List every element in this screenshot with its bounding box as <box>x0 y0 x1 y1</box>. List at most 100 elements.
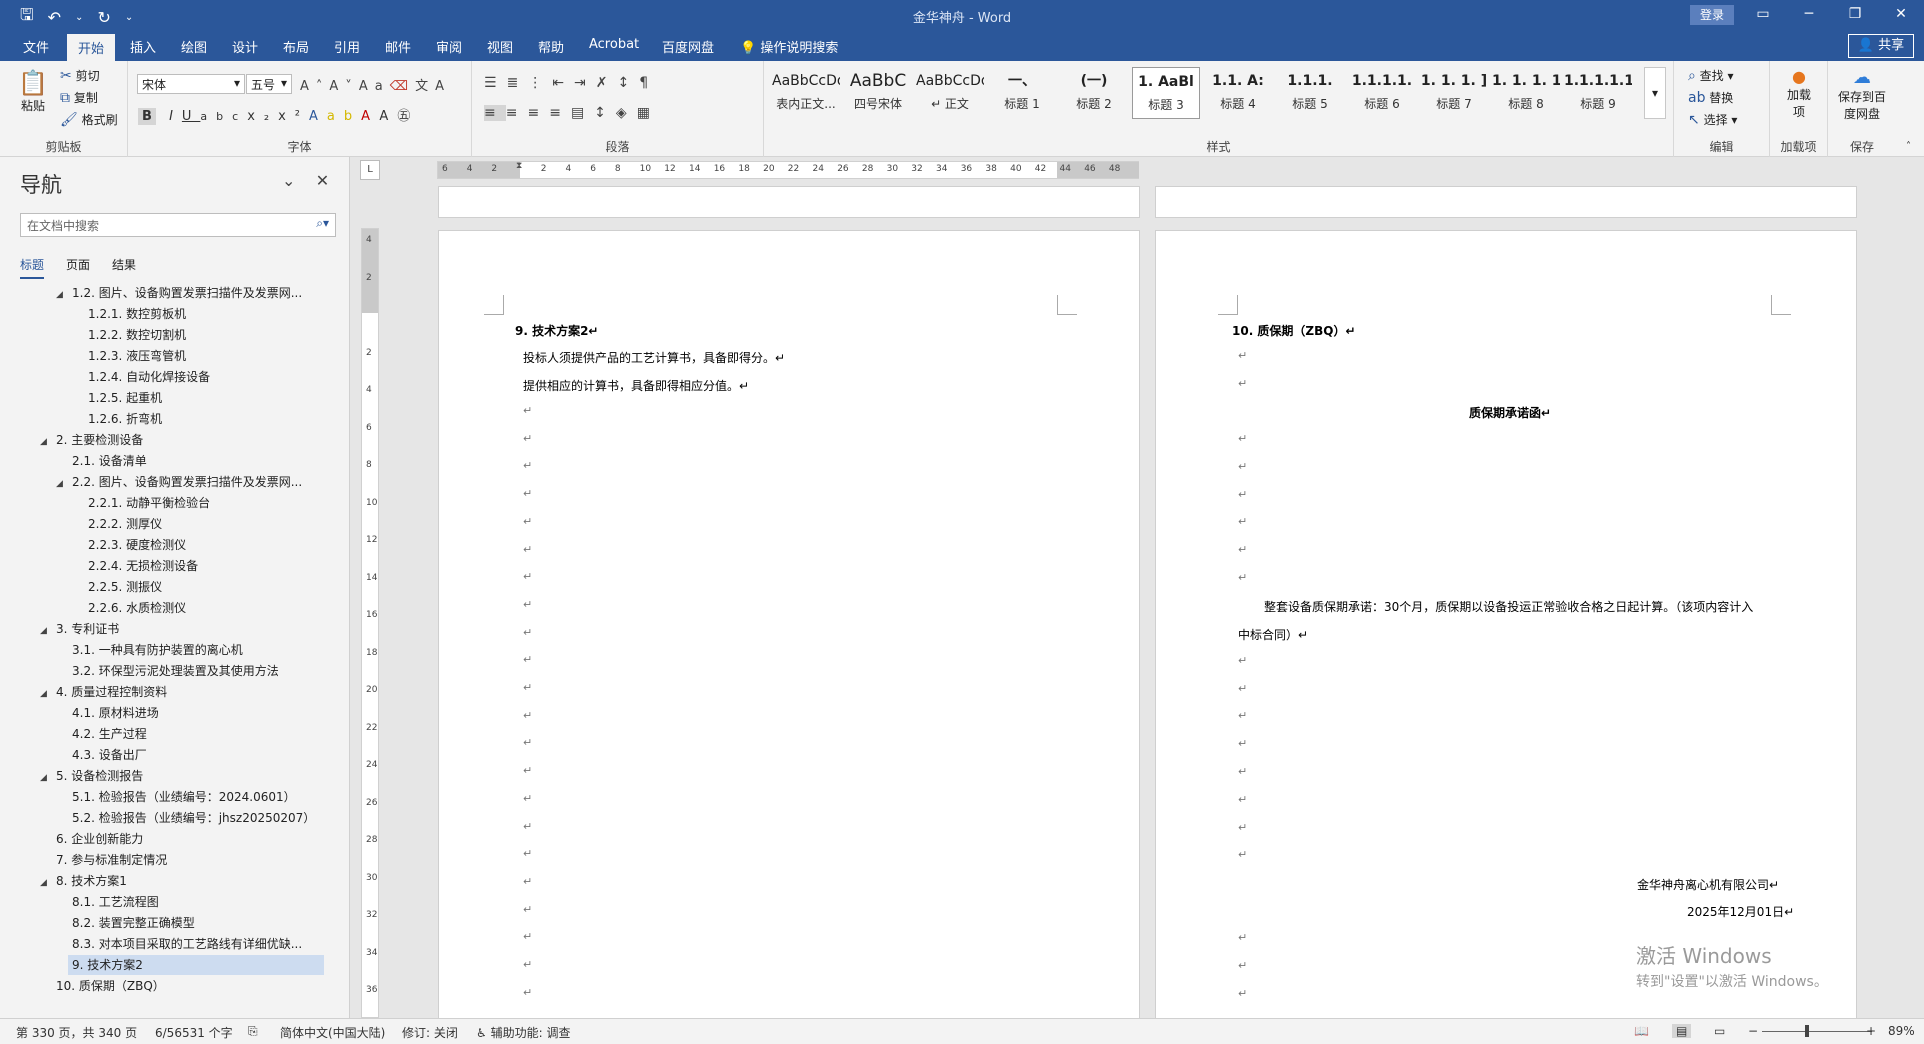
tab-design[interactable]: 设计 <box>232 37 258 56</box>
nav-item[interactable]: 8.3. 对本项目采取的工艺路线有详细优缺... <box>72 934 330 954</box>
expand-triangle-icon[interactable]: ◢ <box>40 768 52 786</box>
show-marks-icon[interactable]: ¶ <box>639 75 658 91</box>
border-char-icon[interactable]: A <box>435 79 451 94</box>
style-item[interactable]: 1.1.1.1.1 标题 9 <box>1564 67 1632 119</box>
expand-triangle-icon[interactable]: ◢ <box>40 684 52 702</box>
tab-selector[interactable]: L <box>360 160 380 180</box>
zoom-slider-handle[interactable] <box>1805 1025 1809 1037</box>
superscript-icon[interactable]: x² <box>278 109 309 124</box>
heading-warranty[interactable]: 10. 质保期（ZBQ）↵ <box>1232 322 1356 339</box>
shading-icon[interactable]: ◈ <box>616 105 637 121</box>
font-color-icon[interactable]: A <box>361 109 379 124</box>
zoom-out-icon[interactable]: − <box>1748 1024 1758 1038</box>
style-item[interactable]: 1.1.1.1. 标题 6 <box>1348 67 1416 119</box>
replace-button[interactable]: ab 替换 <box>1688 89 1733 106</box>
paste-button[interactable]: 📋 粘贴 <box>18 69 48 114</box>
bullets-icon[interactable]: ☰ <box>484 75 507 91</box>
nav-item[interactable]: 3.2. 环保型污泥处理装置及其使用方法 <box>72 661 330 681</box>
nav-item[interactable]: 1.2.4. 自动化焊接设备 <box>88 367 330 387</box>
tab-view[interactable]: 视图 <box>487 37 513 56</box>
style-item[interactable]: AaBbCcDdI ↵ 正文 <box>916 67 984 119</box>
phonetic-icon[interactable]: 文 <box>415 79 435 94</box>
nav-item[interactable]: 4.2. 生产过程 <box>72 724 330 744</box>
zoom-level[interactable]: 89% <box>1888 1024 1915 1038</box>
company-name[interactable]: 金华神舟离心机有限公司↵ <box>1637 876 1779 893</box>
char-shading-icon[interactable]: A <box>379 109 397 124</box>
tab-insert[interactable]: 插入 <box>130 37 156 56</box>
nav-item[interactable]: 1.2.1. 数控剪板机 <box>88 304 330 324</box>
nav-item[interactable]: 7. 参与标准制定情况 <box>56 850 330 870</box>
paragraph-1[interactable]: 投标人须提供产品的工艺计算书，具备即得分。↵ <box>523 349 785 366</box>
style-item[interactable]: 1. 1. 1. ] 标题 7 <box>1420 67 1488 119</box>
letter-date[interactable]: 2025年12月01日↵ <box>1687 903 1794 920</box>
italic-icon[interactable]: I <box>169 109 182 124</box>
chinese-layout-icon[interactable]: ✗ <box>596 75 618 91</box>
nav-item[interactable]: 2.2.5. 测振仪 <box>88 577 330 597</box>
tab-references[interactable]: 引用 <box>334 37 360 56</box>
style-item[interactable]: AaBbC 四号宋体 <box>844 67 912 119</box>
nav-item[interactable]: 10. 质保期（ZBQ） <box>56 976 330 996</box>
style-item[interactable]: AaBbCcDd 表内正文... <box>772 67 840 119</box>
tab-acrobat[interactable]: Acrobat <box>589 37 639 52</box>
strikethrough-icon[interactable]: abc <box>200 110 247 123</box>
font-size-select[interactable]: 五号 ▾ <box>246 74 292 94</box>
enclose-char-icon[interactable]: ㊄ <box>397 109 419 124</box>
tab-home[interactable]: 开始 <box>67 34 116 64</box>
page-count[interactable]: 第 330 页，共 340 页 <box>16 1024 137 1041</box>
nav-item[interactable]: 8.2. 装置完整正确模型 <box>72 913 330 933</box>
subscript-icon[interactable]: x₂ <box>247 109 278 124</box>
nav-item[interactable]: 3.1. 一种具有防护装置的离心机 <box>72 640 330 660</box>
nav-item[interactable]: 2.2.2. 测厚仪 <box>88 514 330 534</box>
zoom-slider[interactable] <box>1762 1031 1872 1032</box>
borders-icon[interactable]: ▦ <box>637 105 660 121</box>
bold-icon[interactable]: B <box>138 108 156 125</box>
select-button[interactable]: ↖ 选择 ▾ <box>1688 111 1737 128</box>
multilevel-list-icon[interactable]: ⋮ <box>528 75 552 91</box>
warranty-body-line2[interactable]: 中标合同）↵ <box>1238 626 1308 643</box>
zoom-in-icon[interactable]: + <box>1866 1024 1876 1038</box>
nav-item[interactable]: ◢ 2. 主要检测设备 <box>40 430 314 450</box>
ribbon-display-icon[interactable]: ▭ <box>1740 0 1786 31</box>
copy-button[interactable]: ⧉ 复制 <box>60 89 98 106</box>
nav-item[interactable]: 8.1. 工艺流程图 <box>72 892 330 912</box>
nav-item[interactable]: 5.2. 检验报告（业绩编号：jhsz20250207） <box>72 808 330 828</box>
nav-item[interactable]: 1.2.6. 折弯机 <box>88 409 330 429</box>
nav-search-input[interactable]: 在文档中搜索 ⌕▾ <box>20 213 336 237</box>
nav-item[interactable]: 2.1. 设备清单 <box>72 451 330 471</box>
change-case-icon[interactable]: Aa <box>359 79 390 94</box>
tab-draw[interactable]: 绘图 <box>181 37 207 56</box>
warranty-body-line1[interactable]: 整套设备质保期承诺：30个月，质保期以设备投运正常验收合格之日起计算。（该项内容… <box>1264 598 1753 615</box>
nav-tab-results[interactable]: 结果 <box>112 256 136 279</box>
clear-format-icon[interactable]: ⌫ <box>390 79 415 94</box>
chevron-down-icon[interactable]: ⌄ <box>282 171 295 190</box>
minimize-icon[interactable]: ─ <box>1786 0 1832 31</box>
search-icon[interactable]: ⌕▾ <box>316 216 329 231</box>
find-button[interactable]: ⌕ 查找 ▾ <box>1688 67 1734 84</box>
font-size-tools[interactable]: A˄A˅Aa⌫文A <box>300 75 451 94</box>
document-page-left[interactable]: 9. 技术方案2↵ 投标人须提供产品的工艺计算书，具备即得分。↵ 提供相应的计算… <box>438 230 1140 1030</box>
accessibility-status[interactable]: ♿ 辅助功能: 调查 <box>476 1024 570 1041</box>
nav-item[interactable]: 2.2.6. 水质检测仪 <box>88 598 330 618</box>
collapse-ribbon-icon[interactable]: ˄ <box>1906 141 1911 152</box>
align-left-icon[interactable]: ≡ <box>484 105 506 121</box>
grow-font-icon[interactable]: A˄ <box>300 79 329 94</box>
line-spacing-icon[interactable]: ↕ <box>594 105 616 121</box>
align-right-icon[interactable]: ≡ <box>527 105 549 121</box>
text-effects-icon[interactable]: A <box>309 109 327 124</box>
nav-item[interactable]: 6. 企业创新能力 <box>56 829 330 849</box>
expand-triangle-icon[interactable]: ◢ <box>40 432 52 450</box>
nav-item[interactable]: 4.1. 原材料进场 <box>72 703 330 723</box>
nav-item[interactable]: 2.2.4. 无损检测设备 <box>88 556 330 576</box>
proofing-icon[interactable]: ⎘ <box>248 1024 258 1039</box>
nav-item[interactable]: 2.2.3. 硬度检测仪 <box>88 535 330 555</box>
style-item[interactable]: 1. AaBl 标题 3 <box>1132 67 1200 119</box>
nav-tab-headings[interactable]: 标题 <box>20 256 45 279</box>
style-item[interactable]: (一) 标题 2 <box>1060 67 1128 119</box>
warranty-letter-title[interactable]: 质保期承诺函↵ <box>1469 404 1551 421</box>
numbering-icon[interactable]: ≣ <box>507 75 529 91</box>
sort-icon[interactable]: ↕ <box>618 75 640 91</box>
nav-item[interactable]: ◢ 2.2. 图片、设备购置发票扫描件及发票网... <box>56 472 314 492</box>
read-mode-icon[interactable]: 📖 <box>1634 1024 1649 1038</box>
tab-help[interactable]: 帮助 <box>538 37 564 56</box>
expand-triangle-icon[interactable]: ◢ <box>40 621 52 639</box>
